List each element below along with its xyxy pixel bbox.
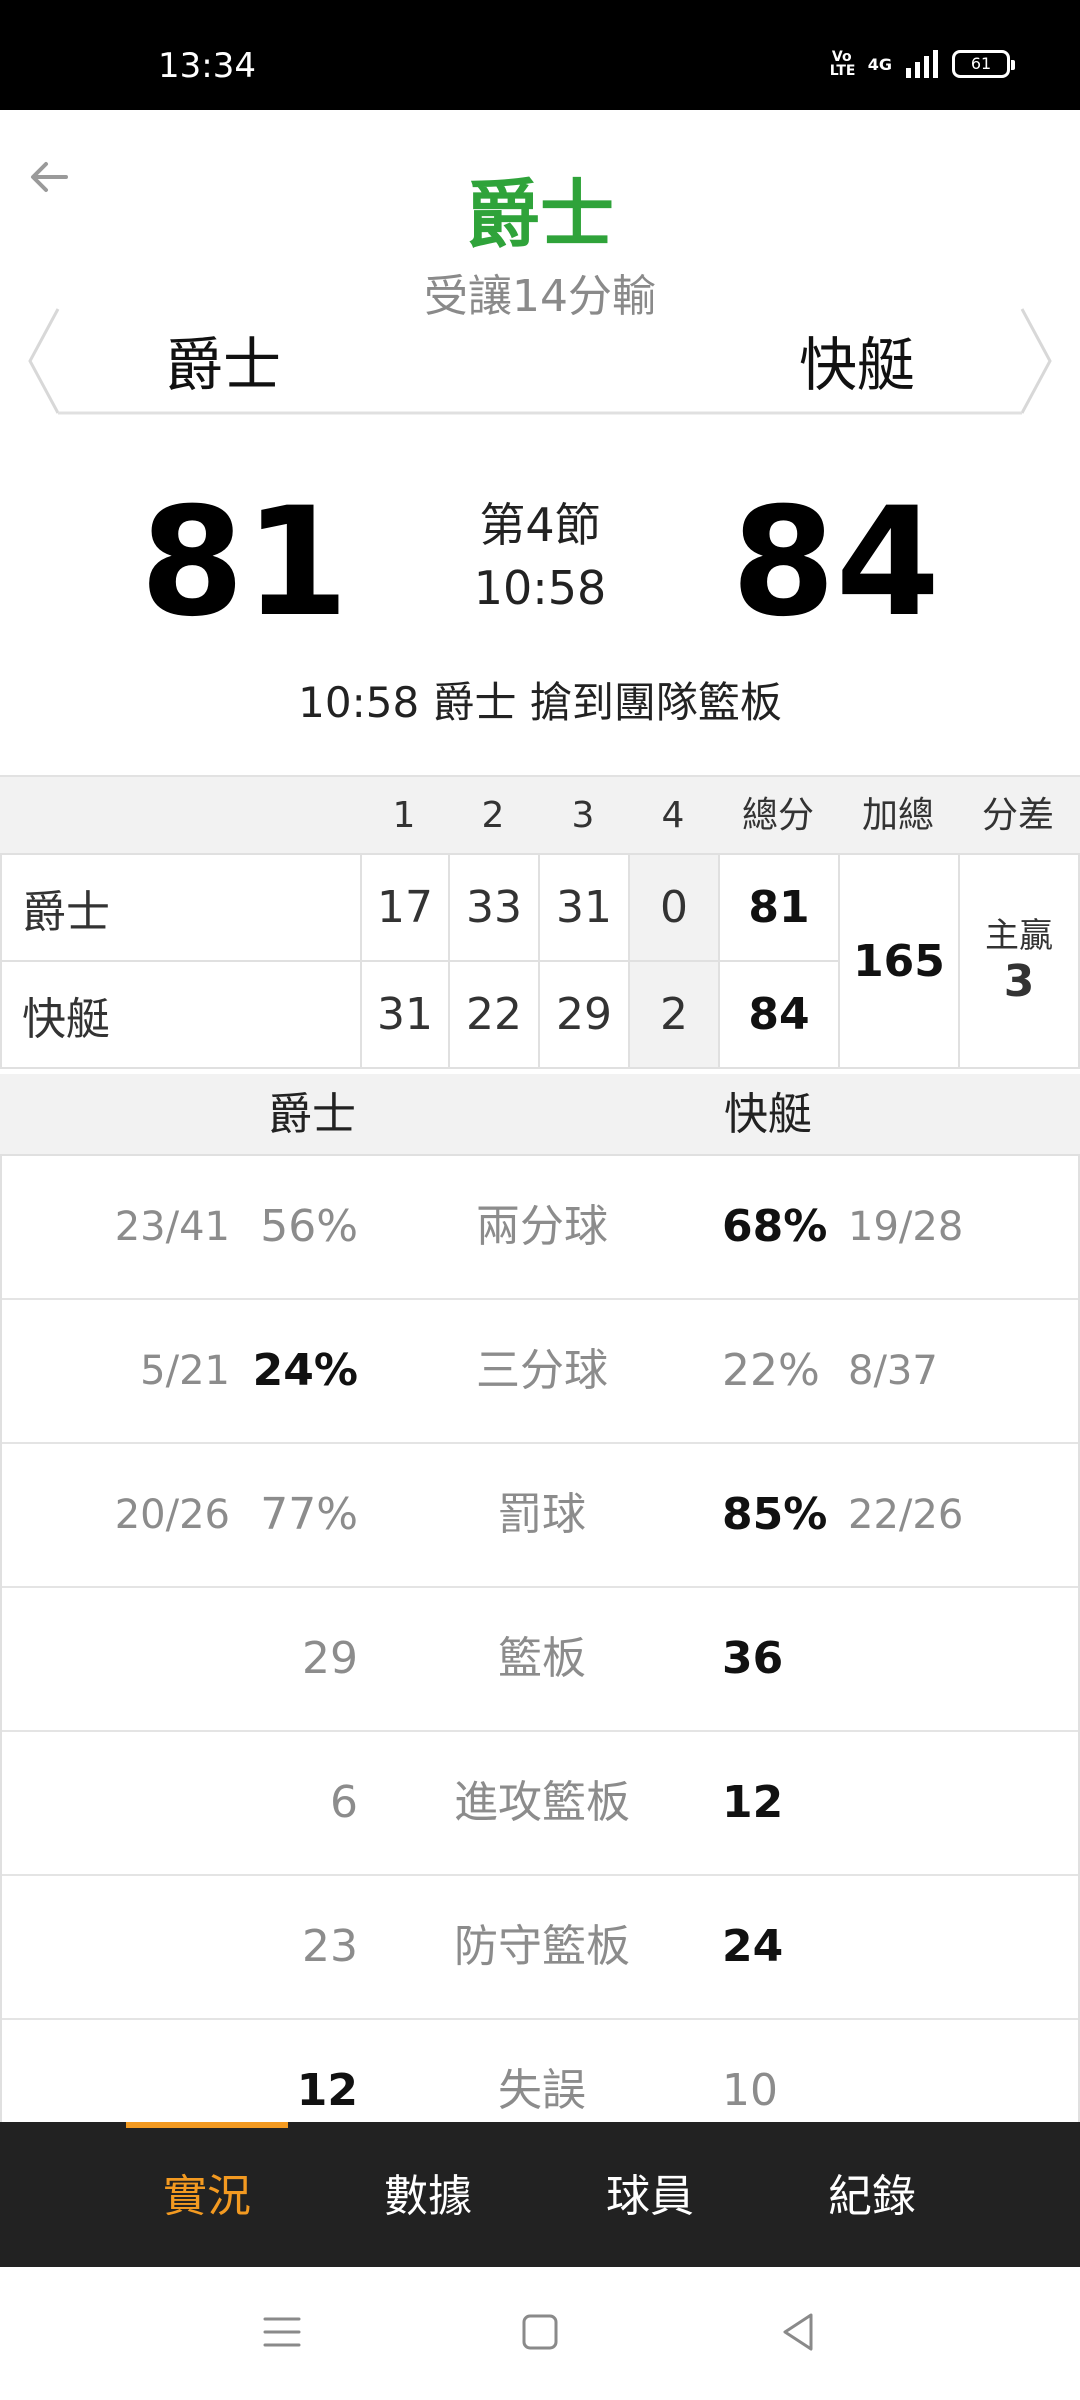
tab-stats[interactable]: 數據 xyxy=(328,2122,528,2267)
quarter-table-header: 1 2 3 4 總分 加總 分差 xyxy=(0,775,1080,853)
tab-records[interactable]: 紀錄 xyxy=(772,2122,972,2267)
header-total: 總分 xyxy=(741,795,814,836)
score-right: 84 xyxy=(731,476,940,650)
stat-label: 進攻籃板 xyxy=(454,1777,630,1828)
stat-right-made-attempted: 8/37 xyxy=(848,1348,938,1394)
row-team-name: 快艇 xyxy=(0,960,362,1069)
header-diff: 分差 xyxy=(981,795,1054,836)
stat-label: 兩分球 xyxy=(476,1201,608,1252)
stat-left-made-attempted: 23/41 xyxy=(114,1204,230,1250)
row-q2: 22 xyxy=(448,960,540,1069)
header-q2: 2 xyxy=(481,795,505,836)
stat-left-made-attempted: 20/26 xyxy=(114,1492,230,1538)
row-q3: 29 xyxy=(538,960,630,1069)
row-total: 81 xyxy=(718,853,840,962)
back-nav-icon[interactable] xyxy=(773,2307,823,2357)
stat-right-made-attempted: 19/28 xyxy=(848,1204,964,1250)
stat-label: 罰球 xyxy=(498,1489,586,1540)
stat-row-rebounds: 29 籃板 36 xyxy=(2,1588,1078,1732)
row-team-name: 爵士 xyxy=(0,853,362,962)
stat-right-value: 85% xyxy=(722,1489,828,1540)
stat-row-turnovers: 12 失誤 10 xyxy=(2,2020,1078,2122)
stat-row-three-pointers: 5/21 24% 三分球 22% 8/37 xyxy=(2,1300,1078,1444)
header-q4: 4 xyxy=(661,795,685,836)
row-q1: 31 xyxy=(360,960,450,1069)
status-bar: 13:34 Vo LTE 4G 61 xyxy=(0,0,1080,110)
stats-left-team: 爵士 xyxy=(268,1089,356,1140)
stat-right-value: 22% xyxy=(722,1345,820,1396)
page-title: 爵士 xyxy=(466,172,614,258)
network-type: 4G xyxy=(867,54,892,74)
header-sum: 加總 xyxy=(861,795,934,836)
system-nav-bar xyxy=(0,2267,1080,2400)
header-q1: 1 xyxy=(392,795,416,836)
bottom-tab-bar: 實況 數據 球員 紀錄 xyxy=(0,2122,1080,2267)
stat-label: 失誤 xyxy=(498,2065,586,2116)
row-q4: 0 xyxy=(628,853,720,962)
stats-right-team: 快艇 xyxy=(724,1089,812,1140)
tab-live[interactable]: 實況 xyxy=(107,2122,307,2267)
stat-right-value: 24 xyxy=(722,1921,784,1972)
status-time: 13:34 xyxy=(158,46,256,86)
stat-label: 籃板 xyxy=(498,1633,586,1684)
point-diff: 主贏 3 xyxy=(958,853,1080,1069)
row-q3: 31 xyxy=(538,853,630,962)
team-left-name[interactable]: 爵士 xyxy=(165,330,281,400)
stat-right-made-attempted: 22/26 xyxy=(848,1492,964,1538)
home-icon[interactable] xyxy=(515,2307,565,2357)
stat-row-two-pointers: 23/41 56% 兩分球 68% 19/28 xyxy=(2,1156,1078,1300)
stat-row-free-throws: 20/26 77% 罰球 85% 22/26 xyxy=(2,1444,1078,1588)
diff-value: 3 xyxy=(1003,955,1035,1007)
row-q2: 33 xyxy=(448,853,540,962)
menu-icon[interactable] xyxy=(257,2307,307,2357)
header-q3: 3 xyxy=(571,795,595,836)
team-right-name[interactable]: 快艇 xyxy=(799,330,915,400)
status-icons: Vo LTE 4G 61 xyxy=(829,49,1015,79)
last-event: 10:58 爵士 搶到團隊籃板 xyxy=(298,678,782,727)
stat-label: 防守籃板 xyxy=(454,1921,630,1972)
stat-right-value: 12 xyxy=(722,1777,784,1828)
row-total: 84 xyxy=(718,960,840,1069)
diff-label: 主贏 xyxy=(985,915,1053,956)
stat-right-value: 68% xyxy=(722,1201,828,1252)
signal-icon xyxy=(906,50,938,78)
row-q1: 17 xyxy=(360,853,450,962)
quarter-table: 爵士 17 33 31 0 81 快艇 31 22 29 2 84 165 主贏… xyxy=(0,853,1080,1071)
volte-icon: Vo LTE xyxy=(829,49,856,79)
battery-icon: 61 xyxy=(952,50,1015,78)
stat-row-defensive-rebounds: 23 防守籃板 24 xyxy=(2,1876,1078,2020)
tab-players[interactable]: 球員 xyxy=(550,2122,750,2267)
combined-total: 165 xyxy=(838,853,960,1069)
stat-row-offensive-rebounds: 6 進攻籃板 12 xyxy=(2,1732,1078,1876)
stats-header: 爵士 快艇 xyxy=(0,1074,1080,1156)
row-q4: 2 xyxy=(628,960,720,1069)
stat-label: 三分球 xyxy=(476,1345,608,1396)
stat-left-made-attempted: 5/21 xyxy=(140,1348,230,1394)
stats-list[interactable]: 23/41 56% 兩分球 68% 19/28 5/21 24% 三分球 22%… xyxy=(0,1156,1080,2122)
stat-right-value: 36 xyxy=(722,1633,784,1684)
stat-right-value: 10 xyxy=(722,2065,778,2116)
